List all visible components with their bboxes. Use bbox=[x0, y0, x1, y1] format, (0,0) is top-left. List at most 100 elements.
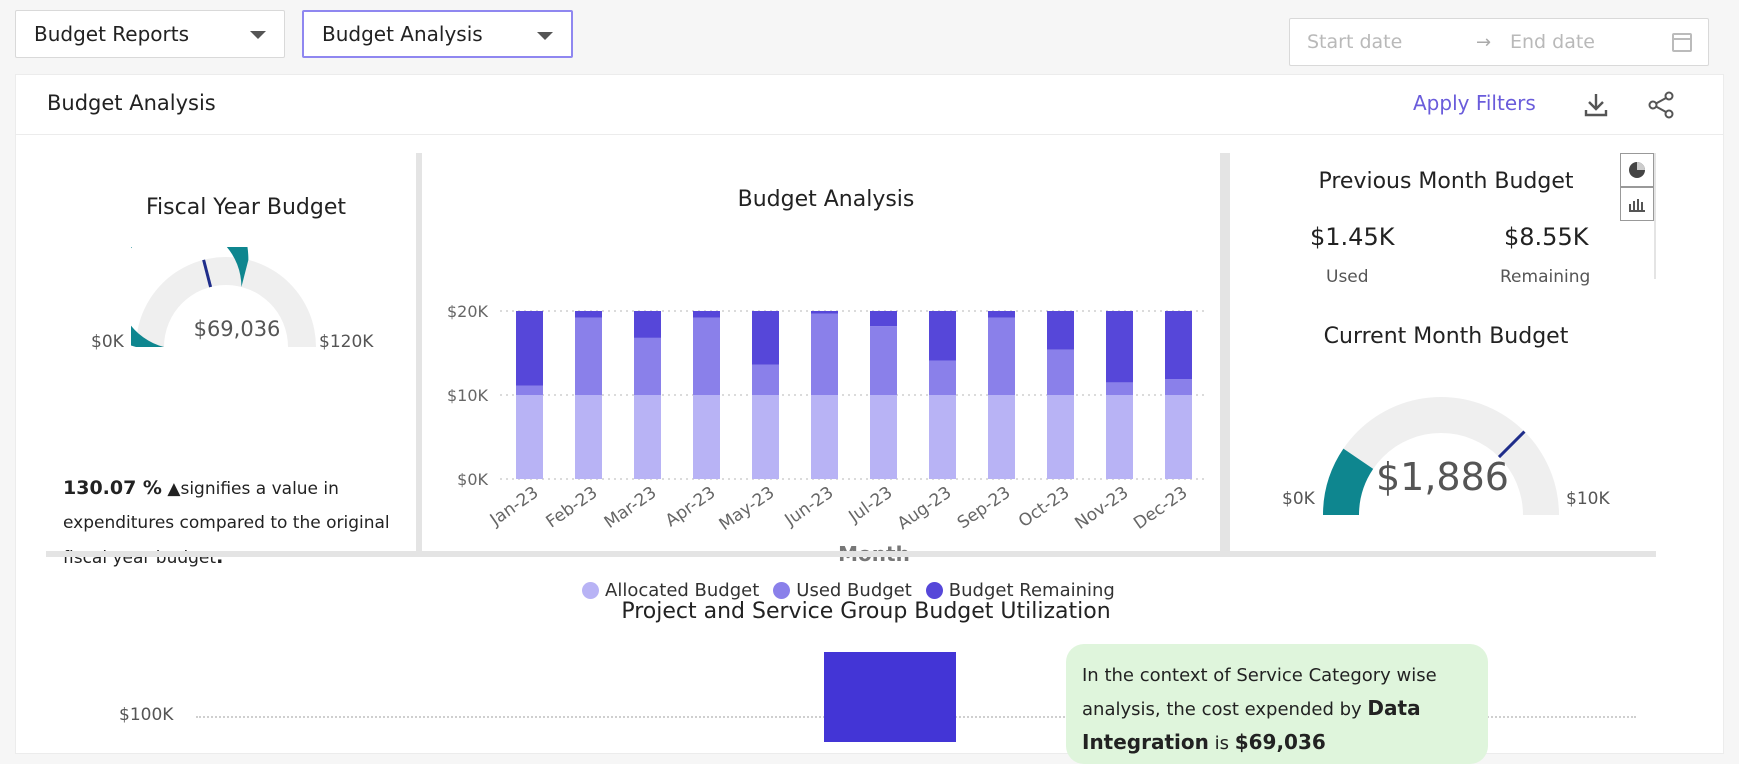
share-icon[interactable] bbox=[1645, 89, 1677, 121]
x-tick-label: Jun-23 bbox=[781, 483, 838, 531]
bar-segment[interactable] bbox=[1047, 395, 1074, 479]
legend-item-allocated[interactable]: Allocated Budget bbox=[582, 580, 759, 601]
triangle-up-icon: ▲ bbox=[167, 479, 181, 499]
prev-remaining-label: Remaining bbox=[1500, 267, 1591, 287]
date-range-picker[interactable]: Start date → End date bbox=[1289, 18, 1709, 66]
y-tick-label: $10K bbox=[447, 386, 489, 405]
bar-segment[interactable] bbox=[575, 317, 602, 395]
divider bbox=[1654, 153, 1656, 279]
bar-chart-icon[interactable] bbox=[1620, 187, 1654, 221]
start-date-input[interactable]: Start date bbox=[1307, 31, 1402, 53]
bar-segment[interactable] bbox=[988, 395, 1015, 479]
x-tick-label: Aug-23 bbox=[894, 483, 955, 534]
bar-segment[interactable] bbox=[988, 317, 1015, 395]
callout-line2: analysis, the cost expended by bbox=[1082, 699, 1368, 720]
prev-used-value: $1.45K bbox=[1310, 223, 1395, 251]
bar-segment[interactable] bbox=[752, 364, 779, 395]
y-tick-label: $0K bbox=[457, 470, 488, 489]
fiscal-gauge-max: $120K bbox=[319, 332, 374, 352]
callout-line4: is bbox=[1208, 733, 1235, 754]
current-month-title: Current Month Budget bbox=[1323, 324, 1569, 349]
analysis-type-select[interactable]: Budget Analysis bbox=[302, 10, 573, 58]
bar-segment[interactable] bbox=[634, 337, 661, 395]
x-tick-label: Mar-23 bbox=[601, 483, 661, 533]
budget-analysis-panel: Budget Analysis Apply Filters Fiscal Yea… bbox=[15, 74, 1724, 764]
fiscal-note-line2: expenditures compared to the original bbox=[63, 513, 390, 533]
x-tick-label: Dec-23 bbox=[1130, 483, 1191, 534]
legend-item-used[interactable]: Used Budget bbox=[773, 580, 912, 601]
arrow-right-icon: → bbox=[1476, 31, 1492, 53]
y-tick-label: $20K bbox=[447, 302, 489, 321]
current-gauge-min: $0K bbox=[1282, 489, 1315, 509]
analysis-type-select-value: Budget Analysis bbox=[322, 22, 483, 46]
utilization-bar[interactable] bbox=[824, 652, 956, 742]
download-icon[interactable] bbox=[1580, 89, 1612, 121]
calendar-icon[interactable] bbox=[1672, 33, 1692, 52]
bar-segment[interactable] bbox=[516, 311, 543, 386]
bar-segment[interactable] bbox=[516, 395, 543, 479]
bar-segment[interactable] bbox=[1165, 379, 1192, 395]
bar-segment[interactable] bbox=[516, 385, 543, 395]
current-gauge-value: $1,886 bbox=[1376, 455, 1509, 499]
end-date-input[interactable]: End date bbox=[1510, 31, 1595, 53]
bar-segment[interactable] bbox=[1165, 311, 1192, 380]
x-tick-label: Feb-23 bbox=[542, 483, 601, 533]
bar-segment[interactable] bbox=[929, 395, 956, 479]
horizontal-divider bbox=[46, 551, 1656, 557]
fiscal-note-percent: 130.07 % bbox=[63, 477, 162, 499]
fiscal-year-title: Fiscal Year Budget bbox=[145, 195, 346, 220]
bar-segment[interactable] bbox=[1106, 395, 1133, 479]
legend-label: Budget Remaining bbox=[948, 580, 1115, 601]
divider bbox=[1220, 153, 1230, 551]
prev-used-label: Used bbox=[1326, 267, 1369, 287]
x-tick-label: Nov-23 bbox=[1071, 483, 1132, 534]
budget-bar-chart: $0K $10K $20K Jan-23 Feb-23 Mar-23 Apr-23May-2… bbox=[447, 302, 1208, 566]
x-tick-label: May-23 bbox=[716, 483, 779, 535]
bar-segment[interactable] bbox=[1047, 349, 1074, 395]
x-tick-label: Apr-23 bbox=[662, 483, 719, 532]
bar-segment[interactable] bbox=[575, 395, 602, 479]
x-tick-label: Jul-23 bbox=[845, 483, 897, 528]
bar-segment[interactable] bbox=[752, 395, 779, 479]
bar-segment[interactable] bbox=[1106, 382, 1133, 395]
bar-segment[interactable] bbox=[929, 311, 956, 361]
bar-segment[interactable] bbox=[575, 311, 602, 318]
pie-chart-icon[interactable] bbox=[1620, 153, 1654, 187]
bar-segment[interactable] bbox=[634, 311, 661, 338]
legend-dot bbox=[773, 582, 791, 599]
bar-segment[interactable] bbox=[870, 311, 897, 327]
current-gauge-max: $10K bbox=[1566, 489, 1610, 509]
bar-segment[interactable] bbox=[870, 395, 897, 479]
fiscal-note: 130.07 % ▲signifies a value in expenditu… bbox=[63, 471, 403, 575]
bar-segment[interactable] bbox=[811, 313, 838, 395]
x-tick-label: Oct-23 bbox=[1015, 483, 1073, 532]
bar-segment[interactable] bbox=[693, 395, 720, 479]
bar-segment[interactable] bbox=[929, 360, 956, 395]
bar-segment[interactable] bbox=[1106, 311, 1133, 383]
bar-segment[interactable] bbox=[693, 317, 720, 395]
apply-filters-button[interactable]: Apply Filters bbox=[1413, 91, 1536, 115]
report-type-select[interactable]: Budget Reports bbox=[15, 10, 285, 58]
chevron-down-icon bbox=[537, 32, 553, 40]
bar-segment[interactable] bbox=[1047, 311, 1074, 350]
prev-month-title: Previous Month Budget bbox=[1318, 169, 1574, 194]
x-tick-label: Sep-23 bbox=[954, 483, 1014, 534]
chevron-down-icon bbox=[250, 31, 266, 39]
bar-segment[interactable] bbox=[811, 311, 838, 314]
legend-item-remaining[interactable]: Budget Remaining bbox=[925, 580, 1115, 601]
legend-label: Allocated Budget bbox=[605, 580, 760, 601]
bar-segment[interactable] bbox=[988, 311, 1015, 318]
fiscal-note-line1: signifies a value in bbox=[180, 479, 339, 499]
bar-segment[interactable] bbox=[1165, 395, 1192, 479]
top-filter-bar: Budget Reports Budget Analysis Start dat… bbox=[0, 0, 1739, 74]
bar-segment[interactable] bbox=[634, 395, 661, 479]
bar-segment[interactable] bbox=[693, 311, 720, 318]
report-type-select-value: Budget Reports bbox=[34, 22, 190, 46]
chart-legend: Allocated Budget Used Budget Budget Rema… bbox=[582, 580, 1115, 601]
utilization-title: Project and Service Group Budget Utiliza… bbox=[621, 599, 1111, 624]
utilization-ytick: $100K bbox=[119, 705, 174, 725]
bar-segment[interactable] bbox=[811, 395, 838, 479]
bar-segment[interactable] bbox=[870, 326, 897, 395]
bar-segment[interactable] bbox=[752, 311, 779, 365]
prev-remaining-value: $8.55K bbox=[1504, 223, 1589, 251]
